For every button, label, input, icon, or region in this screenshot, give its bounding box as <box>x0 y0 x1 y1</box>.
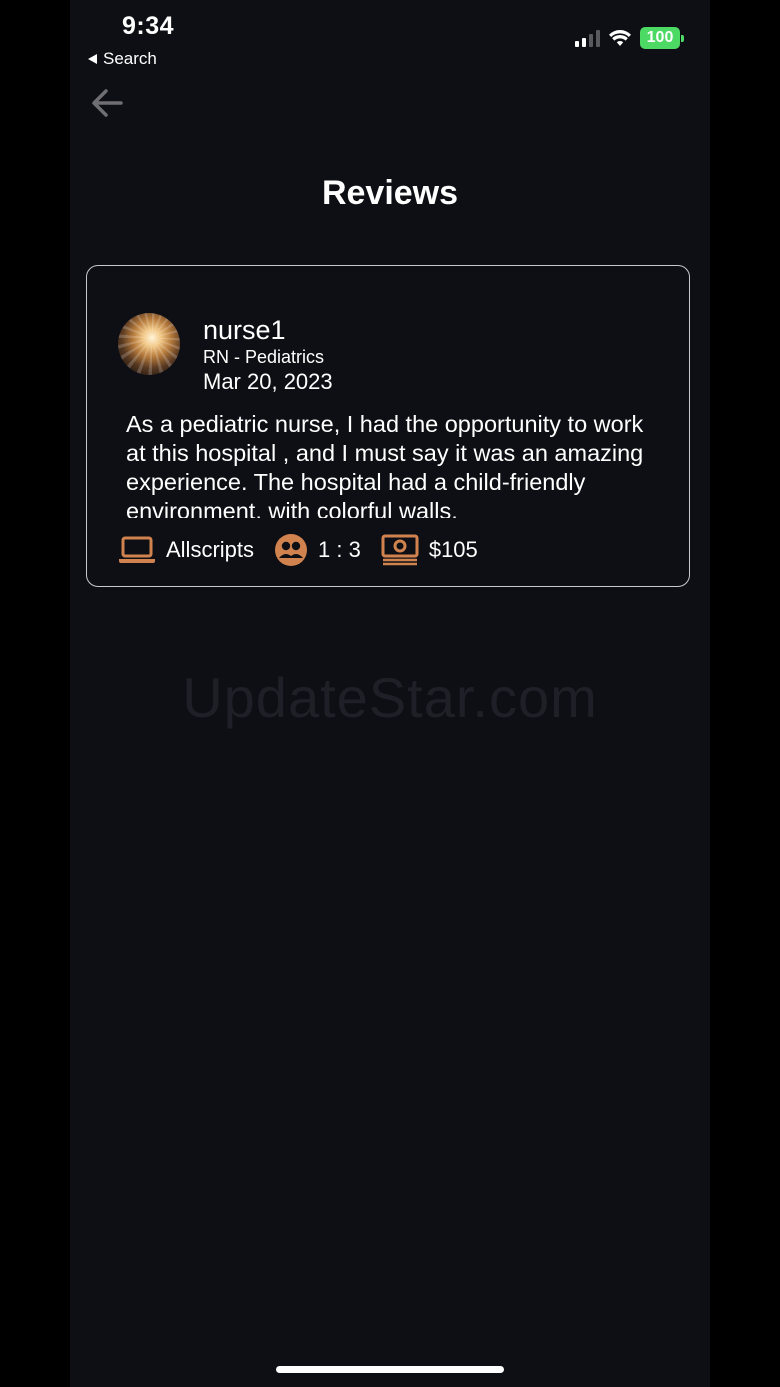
phone-screen: 9:34 Search 100 Reviews nurse1 RN - Pedi… <box>70 0 710 1387</box>
patients-icon <box>275 534 308 566</box>
battery-indicator: 100 <box>640 27 684 49</box>
laptop-icon <box>119 536 155 563</box>
nurse-patient-ratio: 1 : 3 <box>274 533 361 567</box>
battery-level: 100 <box>640 27 680 49</box>
review-card[interactable]: nurse1 RN - Pediatrics Mar 20, 2023 As a… <box>86 265 690 587</box>
cellular-signal-icon <box>575 29 600 47</box>
home-indicator[interactable] <box>276 1366 504 1373</box>
watermark: UpdateStar.com <box>182 666 598 729</box>
pay-rate: $105 <box>381 534 478 566</box>
review-text: As a pediatric nurse, I had the opportun… <box>126 411 644 518</box>
review-meta-row: Allscripts 1 : 3 $105 <box>118 533 498 567</box>
ehr-label: Allscripts <box>166 537 255 562</box>
wifi-icon <box>609 29 631 46</box>
avatar <box>118 313 180 375</box>
reviewer-name: nurse1 <box>203 315 286 345</box>
reviewer-role: RN - Pediatrics <box>203 347 325 367</box>
back-button[interactable] <box>90 86 124 120</box>
back-app-label: Search <box>103 49 157 68</box>
money-icon <box>381 534 419 566</box>
status-time: 9:34 <box>122 12 175 40</box>
arrow-left-icon <box>92 89 123 117</box>
battery-cap <box>681 34 684 42</box>
pay-label: $105 <box>428 537 478 562</box>
status-indicators: 100 <box>575 27 684 49</box>
review-date: Mar 20, 2023 <box>203 369 333 394</box>
ratio-label: 1 : 3 <box>318 537 361 562</box>
back-to-search-link[interactable]: Search <box>88 49 157 69</box>
ehr-system: Allscripts <box>118 536 254 564</box>
back-triangle-icon <box>88 54 97 64</box>
page-title: Reviews <box>321 174 459 212</box>
